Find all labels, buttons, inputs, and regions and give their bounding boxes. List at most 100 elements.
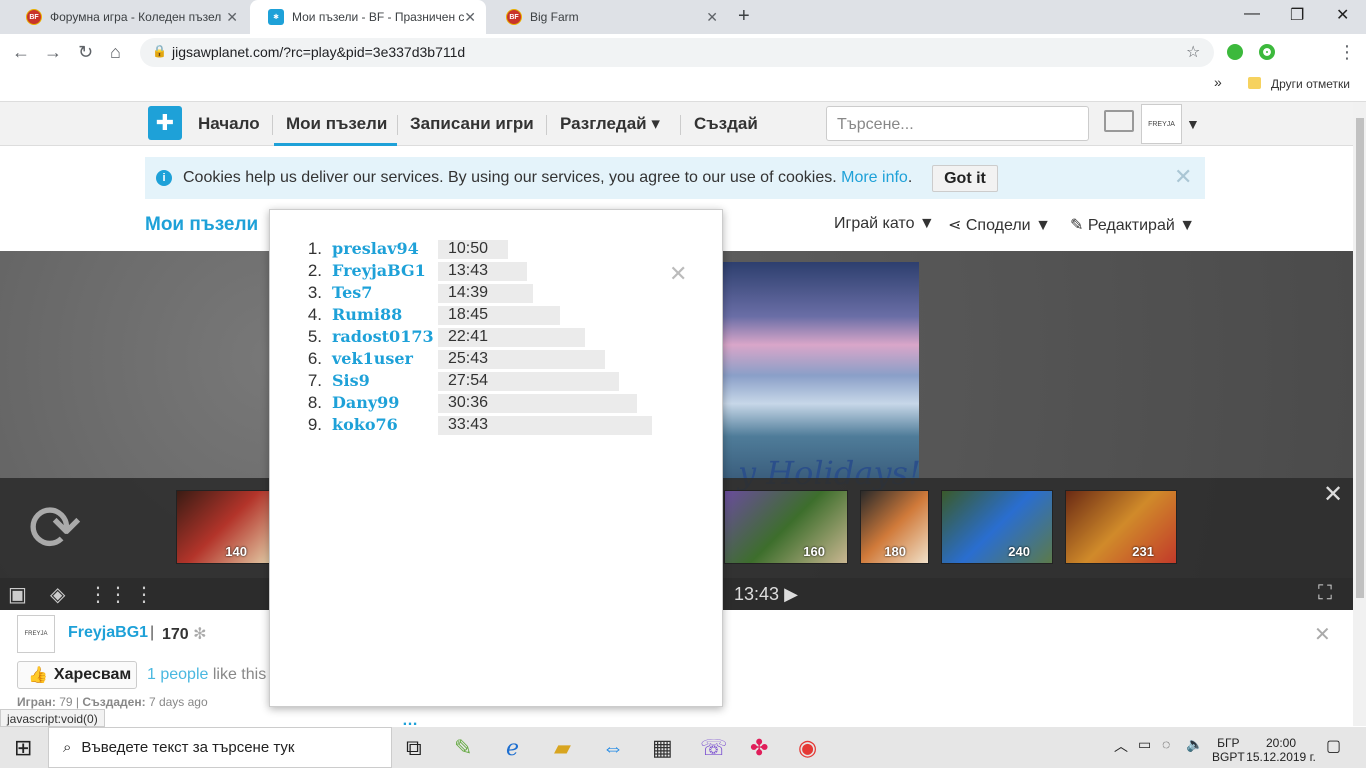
close-window-icon[interactable]: ✕ — [1336, 5, 1349, 25]
player-name-link[interactable]: Dany99 — [332, 393, 399, 412]
teamviewer-icon[interactable]: ⇔ — [602, 735, 624, 761]
clock[interactable]: 20:00 15.12.2019 г. — [1246, 736, 1316, 764]
tab-forum-game[interactable]: BF Форумна игра - Коледен пъзел ✕ — [8, 0, 248, 34]
refresh-icon[interactable]: ⟳ — [28, 496, 82, 560]
related-puzzle-thumb[interactable]: 140 — [176, 490, 270, 564]
page-title[interactable]: Мои пъзели — [145, 214, 258, 236]
windows-start-icon[interactable]: ⊞ — [14, 735, 32, 761]
puzzle-timer[interactable]: 13:43 ▶ — [734, 584, 798, 605]
related-puzzle-thumb[interactable]: 180 — [860, 490, 929, 564]
player-name-link[interactable]: vek1user — [332, 349, 413, 368]
language-code: БГР — [1217, 736, 1240, 750]
grid-icon[interactable]: ⋮⋮ — [88, 582, 128, 607]
lock-icon[interactable]: 🔒 — [152, 44, 167, 58]
jigsawplanet-logo-icon[interactable]: ✚ — [148, 106, 182, 140]
tab-big-farm[interactable]: BF Big Farm ✕ — [488, 0, 728, 34]
piece-count: 160 — [803, 544, 825, 559]
calculator-icon[interactable]: ▦ — [652, 735, 673, 761]
taskbar-search[interactable]: ⌕ Въведете текст за търсене тук — [48, 727, 392, 768]
player-name-link[interactable]: Sis9 — [332, 371, 370, 390]
tab-my-puzzles[interactable]: ✱ Мои пъзели - BF - Празничен с ✕ — [250, 0, 486, 34]
owner-avatar[interactable]: FREYJA — [17, 615, 55, 653]
related-puzzle-thumb[interactable]: 240 — [941, 490, 1053, 564]
battery-icon[interactable]: ▭ — [1138, 736, 1151, 753]
like-label: Харесвам — [53, 666, 132, 683]
fullscreen-icon[interactable]: ⛶ — [1318, 582, 1332, 605]
nav-browse[interactable]: Разгледай ▾ — [560, 114, 660, 134]
back-icon[interactable]: ← — [12, 42, 30, 63]
close-tab-icon[interactable]: ✕ — [464, 9, 476, 26]
edit-menu[interactable]: ✎ Редактирай ▼ — [1070, 215, 1195, 235]
menu-kebab-icon[interactable]: ⋮ — [1338, 42, 1356, 63]
chrome-icon[interactable]: ◉ — [798, 735, 817, 761]
forward-icon[interactable]: → — [44, 42, 62, 63]
notifications-icon[interactable]: ▢ — [1326, 736, 1341, 756]
search-icon: ⌕ — [63, 739, 72, 756]
scrollbar-thumb[interactable] — [1356, 118, 1364, 598]
nav-saved-games[interactable]: Записани игри — [410, 114, 534, 134]
network-icon[interactable]: ◌ — [1162, 736, 1170, 752]
player-name-link[interactable]: Tes7 — [332, 283, 372, 302]
player-name-link[interactable]: koko76 — [332, 415, 398, 434]
caret-down-icon: ▼ — [918, 215, 935, 232]
related-puzzle-thumb[interactable]: 231 — [1065, 490, 1177, 564]
rank-number: 8. — [307, 393, 322, 412]
puzzle-image[interactable] — [718, 262, 919, 480]
like-button[interactable]: 👍 Харесвам — [17, 661, 137, 689]
player-name-link[interactable]: FreyjaBG1 — [332, 261, 426, 280]
likers-link[interactable]: 1 people — [147, 666, 208, 683]
tray-up-icon[interactable]: ︿ — [1114, 736, 1128, 756]
url-text[interactable]: jigsawplanet.com/?rc=play&pid=3e337d3b71… — [172, 44, 465, 60]
play-as-menu[interactable]: Играй като ▼ — [834, 215, 935, 233]
more-icon[interactable]: ⋮ — [134, 582, 154, 607]
minimize-icon[interactable]: — — [1244, 5, 1260, 23]
status-bar-url: javascript:void(0) — [0, 709, 105, 727]
bookmark-star-icon[interactable]: ☆ — [1186, 42, 1200, 62]
account-caret-icon[interactable]: ▼ — [1186, 116, 1200, 132]
nav-create[interactable]: Създай — [694, 114, 758, 134]
close-icon[interactable]: ✕ — [1314, 622, 1331, 647]
ghost-icon[interactable]: ◈ — [50, 582, 65, 607]
nav-home[interactable]: Начало — [198, 114, 260, 134]
player-name-link[interactable]: radost0173 — [332, 327, 434, 346]
extension-icon[interactable] — [1227, 44, 1243, 60]
image-icon[interactable]: ▣ — [8, 582, 27, 607]
close-cookie-icon[interactable]: ✕ — [1174, 164, 1192, 190]
share-menu[interactable]: ⋖ Сподели ▼ — [948, 215, 1051, 235]
new-tab-icon[interactable]: + — [738, 5, 750, 28]
other-bookmarks[interactable]: Други отметки — [1271, 77, 1350, 91]
more-info-link[interactable]: More info — [841, 169, 908, 186]
viber-icon[interactable]: ☏ — [700, 735, 728, 761]
task-view-icon[interactable]: ⧉ — [406, 735, 422, 761]
close-popup-icon[interactable]: ✕ — [669, 261, 687, 287]
slack-icon[interactable]: ✤ — [750, 735, 768, 761]
close-tab-icon[interactable]: ✕ — [226, 9, 238, 26]
reload-icon[interactable]: ↻ — [78, 42, 93, 63]
edge-icon[interactable]: ℯ — [506, 735, 519, 761]
owner-name[interactable]: FreyjaBG1 — [68, 624, 148, 642]
player-name-link[interactable]: preslav94 — [332, 239, 419, 258]
related-puzzle-thumb[interactable]: 160 — [724, 490, 848, 564]
got-it-button[interactable]: Got it — [932, 165, 998, 192]
close-strip-icon[interactable]: ✕ — [1323, 480, 1343, 509]
user-avatar[interactable]: FREYJA — [1141, 104, 1182, 144]
edit-label: Редактирай — [1087, 217, 1175, 234]
language-indicator[interactable]: БГР BGPT — [1212, 736, 1245, 764]
extension-icon[interactable] — [1259, 44, 1275, 60]
info-icon: i — [156, 170, 172, 186]
mail-icon[interactable] — [1104, 110, 1134, 132]
site-search-input[interactable]: Търсене... — [826, 106, 1089, 141]
points-value: 170 — [162, 626, 189, 643]
close-tab-icon[interactable]: ✕ — [706, 9, 718, 26]
file-explorer-icon[interactable]: ▰ — [554, 735, 571, 761]
paint-icon[interactable]: ✎ — [454, 735, 472, 761]
cookie-message: Cookies help us deliver our services. By… — [183, 169, 913, 186]
piece-count: 140 — [225, 544, 247, 559]
player-name-link[interactable]: Rumi88 — [332, 305, 402, 324]
home-icon[interactable]: ⌂ — [110, 42, 121, 63]
caret-down-icon: ▼ — [1035, 217, 1051, 234]
maximize-icon[interactable]: ❐ — [1290, 5, 1304, 25]
volume-icon[interactable]: 🔈 — [1186, 736, 1203, 753]
bookmarks-overflow-icon[interactable]: » — [1214, 74, 1222, 90]
nav-my-puzzles[interactable]: Мои пъзели — [286, 114, 387, 134]
